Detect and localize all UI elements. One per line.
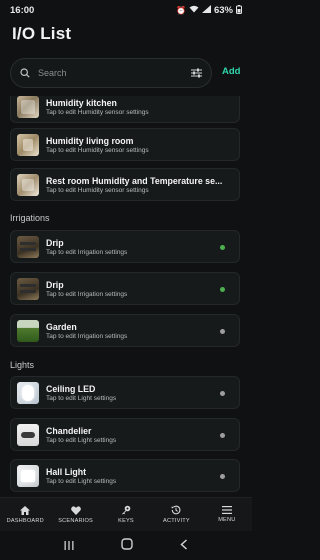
item-title: Chandelier bbox=[46, 425, 92, 436]
item-subtitle: Tap to edit Irrigation settings bbox=[46, 332, 128, 340]
item-thumbnail bbox=[17, 96, 39, 118]
system-navigation-bar bbox=[0, 531, 252, 560]
item-title: Ceiling LED bbox=[46, 383, 96, 394]
list-item-garden[interactable]: Garden Tap to edit Irrigation settings bbox=[10, 314, 240, 347]
list-item-ceiling-led[interactable]: Ceiling LED Tap to edit Light settings bbox=[10, 376, 240, 409]
item-subtitle: Tap to edit Humidity sensor settings bbox=[46, 186, 149, 194]
item-subtitle: Tap to edit Irrigation settings bbox=[46, 248, 128, 256]
nav-menu[interactable]: MENU bbox=[202, 498, 252, 531]
signal-icon bbox=[201, 5, 211, 15]
history-icon bbox=[172, 505, 181, 515]
battery-icon bbox=[236, 4, 242, 16]
list-item-rest-room-humidity[interactable]: Rest room Humidity and Temperature se...… bbox=[10, 168, 240, 201]
item-subtitle: Tap to edit Light settings bbox=[46, 394, 117, 402]
status-dot bbox=[220, 287, 225, 292]
search-icon bbox=[20, 68, 30, 78]
key-icon bbox=[121, 505, 131, 515]
status-dot bbox=[220, 391, 225, 396]
list-item-humidity-living-room[interactable]: Humidity living room Tap to edit Humidit… bbox=[10, 128, 240, 161]
home-button-icon[interactable] bbox=[121, 537, 133, 555]
item-thumbnail bbox=[17, 381, 39, 404]
item-subtitle: Tap to edit Humidity sensor settings bbox=[46, 108, 149, 116]
status-dot bbox=[220, 474, 225, 479]
item-thumbnail bbox=[17, 277, 39, 300]
item-thumbnail bbox=[17, 319, 39, 342]
alarm-icon: ⏰ bbox=[176, 5, 186, 15]
status-time: 16:00 bbox=[10, 4, 35, 16]
search-bar[interactable] bbox=[10, 58, 212, 88]
nav-scenarios[interactable]: SCENARIOS bbox=[50, 498, 100, 531]
list-item-chandelier[interactable]: Chandelier Tap to edit Light settings bbox=[10, 418, 240, 451]
nav-activity[interactable]: ACTIVITY bbox=[151, 498, 201, 531]
item-subtitle: Tap to edit Light settings bbox=[46, 477, 117, 485]
back-icon[interactable] bbox=[180, 537, 188, 555]
item-title: Rest room Humidity and Temperature se... bbox=[46, 175, 223, 186]
list-item-hall-light[interactable]: Hall Light Tap to edit Light settings bbox=[10, 459, 240, 492]
nav-label: ACTIVITY bbox=[163, 518, 190, 524]
nav-label: KEYS bbox=[118, 518, 134, 524]
nav-label: DASHBOARD bbox=[6, 517, 44, 524]
page-title: I/O List bbox=[12, 24, 72, 43]
filter-icon[interactable] bbox=[191, 68, 202, 78]
item-thumbnail bbox=[17, 235, 39, 258]
nav-label: SCENARIOS bbox=[58, 517, 93, 524]
list-item-drip-2[interactable]: Drip Tap to edit Irrigation settings bbox=[10, 272, 240, 305]
item-thumbnail bbox=[17, 464, 39, 487]
add-button[interactable]: Add bbox=[222, 66, 240, 77]
status-dot bbox=[220, 245, 225, 250]
status-dot bbox=[220, 329, 225, 334]
list-item-drip-1[interactable]: Drip Tap to edit Irrigation settings bbox=[10, 230, 240, 263]
item-thumbnail bbox=[17, 133, 39, 156]
list-item-humidity-kitchen[interactable]: Humidity kitchen Tap to edit Humidity se… bbox=[10, 96, 240, 123]
nav-dashboard[interactable]: DASHBOARD bbox=[0, 498, 50, 531]
item-title: Drip bbox=[46, 237, 64, 248]
item-title: Humidity living room bbox=[46, 135, 134, 146]
item-title: Garden bbox=[46, 321, 77, 332]
section-header-irrigations: Irrigations bbox=[10, 213, 50, 223]
wifi-icon bbox=[189, 5, 199, 15]
section-header-lights: Lights bbox=[10, 360, 35, 370]
item-title: Humidity kitchen bbox=[46, 97, 117, 108]
item-thumbnail bbox=[17, 173, 39, 196]
item-title: Hall Light bbox=[46, 466, 87, 477]
io-list: Humidity kitchen Tap to edit Humidity se… bbox=[0, 96, 252, 496]
nav-keys[interactable]: KEYS bbox=[101, 498, 151, 531]
item-subtitle: Tap to edit Humidity sensor settings bbox=[46, 146, 149, 154]
heart-icon bbox=[70, 505, 81, 515]
item-subtitle: Tap to edit Light settings bbox=[46, 436, 117, 444]
status-bar: 16:00 ⏰ 63% bbox=[0, 0, 252, 20]
menu-icon bbox=[221, 506, 232, 514]
item-thumbnail bbox=[17, 423, 39, 446]
home-icon bbox=[20, 505, 31, 515]
item-title: Drip bbox=[46, 279, 64, 290]
search-input[interactable] bbox=[38, 68, 191, 78]
recent-apps-icon[interactable] bbox=[64, 537, 74, 555]
battery-level: 63% bbox=[213, 4, 233, 16]
nav-label: MENU bbox=[218, 517, 236, 523]
status-dot bbox=[220, 433, 225, 438]
bottom-navigation: DASHBOARD SCENARIOS KEYS ACTIVITY MENU bbox=[0, 497, 252, 531]
item-subtitle: Tap to edit Irrigation settings bbox=[46, 290, 128, 298]
